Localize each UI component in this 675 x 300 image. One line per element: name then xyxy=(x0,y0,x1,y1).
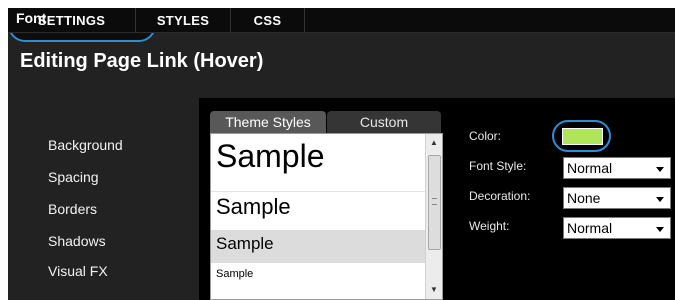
scrollbar[interactable]: ▲ ▼ xyxy=(425,134,442,299)
chevron-down-icon xyxy=(656,227,664,232)
sidebar-item-label: Font xyxy=(16,10,47,26)
decoration-label: Decoration: xyxy=(469,189,531,203)
tab-styles[interactable]: STYLES xyxy=(136,8,231,33)
font-style-value: Normal xyxy=(567,160,613,176)
font-style-label: Font Style: xyxy=(469,159,527,173)
page-title: Editing Page Link (Hover) xyxy=(20,50,264,72)
font-settings-panel: Theme Styles Custom Sample Sample Sample… xyxy=(199,98,675,300)
scroll-thumb[interactable] xyxy=(428,155,441,250)
tab-css[interactable]: CSS xyxy=(231,8,305,33)
weight-value: Normal xyxy=(567,220,613,236)
sample-style-option[interactable]: Sample xyxy=(216,138,325,175)
sample-style-option[interactable]: Sample xyxy=(216,268,253,280)
decoration-value: None xyxy=(567,190,601,206)
divider xyxy=(211,191,425,192)
weight-label: Weight: xyxy=(469,219,510,233)
style-editor-window: SETTINGS STYLES CSS Editing Page Link (H… xyxy=(8,8,675,300)
sidebar-item-borders[interactable]: Borders xyxy=(48,201,97,217)
top-navigation: SETTINGS STYLES CSS xyxy=(8,8,675,33)
color-label: Color: xyxy=(469,129,502,143)
sidebar-item-background[interactable]: Background xyxy=(48,137,123,153)
weight-select[interactable]: Normal xyxy=(563,217,671,239)
grip-icon xyxy=(432,198,437,205)
scroll-down-icon[interactable]: ▼ xyxy=(426,282,442,298)
sidebar-item-shadows[interactable]: Shadows xyxy=(48,233,106,249)
scroll-up-icon[interactable]: ▲ xyxy=(426,135,442,151)
chevron-down-icon xyxy=(656,167,664,172)
chevron-down-icon xyxy=(656,197,664,202)
sidebar-item-spacing[interactable]: Spacing xyxy=(48,169,99,185)
theme-style-list: Sample Sample Sample Sample ▲ ▼ xyxy=(210,133,443,300)
color-swatch[interactable] xyxy=(562,128,603,145)
sample-style-option-selected[interactable]: Sample xyxy=(216,234,274,254)
decoration-select[interactable]: None xyxy=(563,187,671,209)
sample-style-option[interactable]: Sample xyxy=(216,194,291,220)
tab-theme-styles[interactable]: Theme Styles xyxy=(210,111,326,133)
font-style-select[interactable]: Normal xyxy=(563,157,671,179)
tab-custom[interactable]: Custom xyxy=(327,111,441,133)
sidebar-item-visual-fx[interactable]: Visual FX xyxy=(48,263,108,279)
